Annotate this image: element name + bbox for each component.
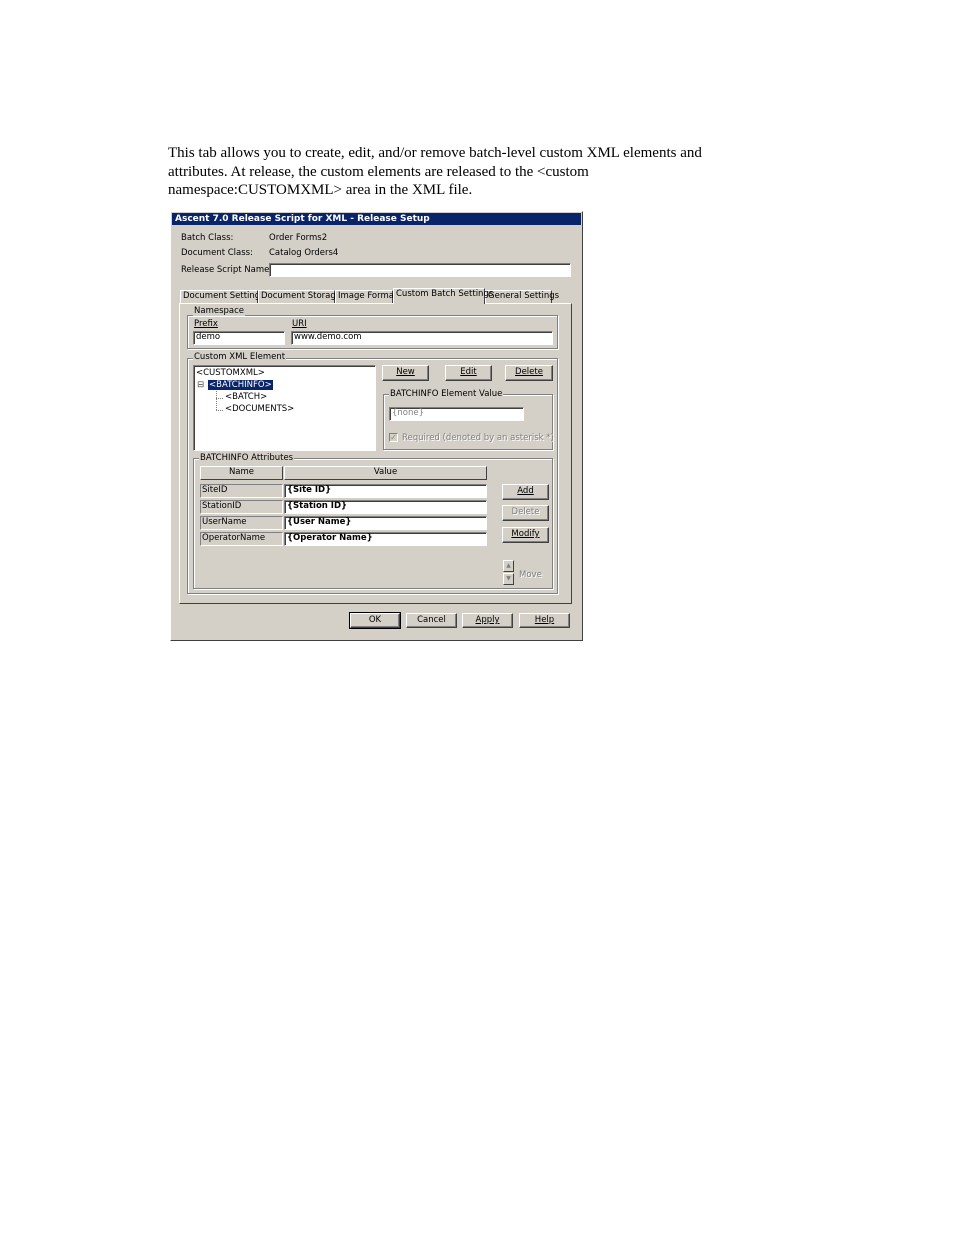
tab-document-storage[interactable]: Document Storage	[258, 290, 341, 303]
modify-attribute-button[interactable]: Modify	[502, 527, 549, 543]
document-class-label: Document Class:	[181, 248, 253, 258]
delete-element-button[interactable]: Delete	[505, 365, 553, 381]
attribute-name-cell[interactable]: UserName	[200, 516, 283, 530]
intro-line-1: This tab allows you to create, edit, and…	[168, 145, 702, 161]
release-setup-dialog: Ascent 7.0 Release Script for XML - Rele…	[170, 211, 583, 641]
dialog-title: Ascent 7.0 Release Script for XML - Rele…	[172, 213, 581, 225]
release-script-name-input[interactable]	[269, 263, 571, 277]
help-button[interactable]: Help	[519, 613, 570, 628]
tab-image-format[interactable]: Image Format	[335, 290, 397, 303]
required-checkbox-label: Required (denoted by an asterisk *)	[402, 433, 554, 443]
intro-line-3: namespace:CUSTOMXML> area in the XML fil…	[168, 182, 473, 198]
attribute-value-cell[interactable]: {User Name}	[284, 516, 487, 530]
edit-element-button[interactable]: Edit	[445, 365, 492, 381]
move-up-icon[interactable]: ▲	[503, 560, 514, 572]
batch-class-label: Batch Class:	[181, 233, 234, 243]
namespace-group-label: Namespace	[193, 306, 246, 316]
attribute-value-cell[interactable]: {Station ID}	[284, 500, 487, 514]
apply-button[interactable]: Apply	[462, 613, 513, 628]
new-element-button[interactable]: New	[382, 365, 429, 381]
element-value-input[interactable]: {none}	[389, 407, 524, 421]
move-label: Move	[519, 570, 542, 580]
intro-paragraph: This tab allows you to create, edit, and…	[168, 144, 808, 200]
tree-connector-line	[216, 410, 223, 412]
document-class-value: Catalog Orders4	[269, 248, 339, 258]
expand-collapse-icon[interactable]: ⊟	[197, 380, 204, 391]
tree-item-batchinfo[interactable]: <BATCHINFO>	[208, 380, 273, 391]
release-script-name-label: Release Script Name:	[181, 265, 273, 275]
required-checkbox[interactable]: ✓	[389, 433, 398, 442]
tree-connector-line	[216, 391, 218, 410]
batch-class-value: Order Forms2	[269, 233, 328, 243]
column-header-value[interactable]: Value	[284, 466, 487, 480]
element-value-group-label: BATCHINFO Element Value	[389, 389, 504, 399]
uri-label: URI	[292, 319, 307, 329]
prefix-input[interactable]: demo	[193, 331, 285, 345]
uri-input[interactable]: www.demo.com	[291, 331, 553, 345]
add-attribute-button[interactable]: Add	[502, 484, 549, 500]
attribute-value-cell[interactable]: {Operator Name}	[284, 532, 487, 546]
attribute-value-cell[interactable]: {Site ID}	[284, 484, 487, 498]
attributes-group-label: BATCHINFO Attributes	[199, 453, 295, 463]
attribute-name-cell[interactable]: SiteID	[200, 484, 283, 498]
cancel-button[interactable]: Cancel	[406, 613, 457, 628]
prefix-label: Prefix	[194, 319, 218, 329]
tab-document-settings[interactable]: Document Settings	[180, 290, 265, 303]
tree-item-customxml[interactable]: <CUSTOMXML>	[196, 368, 265, 379]
element-tree[interactable]: <CUSTOMXML> ⊟ <BATCHINFO> <BATCH> <DOCUM…	[193, 365, 376, 451]
tree-item-documents[interactable]: <DOCUMENTS>	[225, 404, 294, 415]
intro-line-2: attributes. At release, the custom eleme…	[168, 163, 589, 180]
tab-custom-batch-settings[interactable]: Custom Batch Settings	[393, 288, 493, 304]
tab-general-settings[interactable]: General Settings	[485, 290, 559, 303]
delete-attribute-button[interactable]: Delete	[502, 505, 549, 521]
tree-item-batch[interactable]: <BATCH>	[225, 392, 267, 403]
ok-button[interactable]: OK	[349, 612, 401, 629]
custom-xml-element-group-label: Custom XML Element	[193, 352, 287, 362]
attribute-name-cell[interactable]: OperatorName	[200, 532, 283, 546]
attribute-name-cell[interactable]: StationID	[200, 500, 283, 514]
column-header-name[interactable]: Name	[200, 466, 283, 480]
tree-connector-line	[216, 398, 223, 400]
move-down-icon[interactable]: ▼	[503, 573, 514, 585]
